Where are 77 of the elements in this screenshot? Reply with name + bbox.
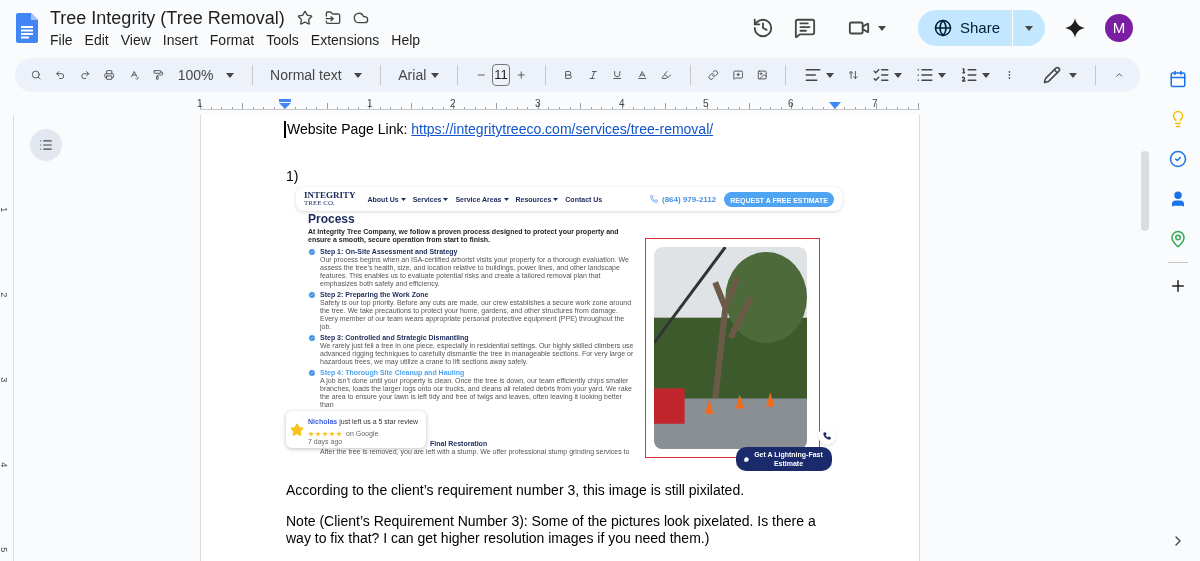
ruler-number: 5: [0, 547, 11, 553]
align-left-icon[interactable]: [804, 66, 823, 84]
caret-icon: [982, 72, 991, 78]
caret-icon: [430, 72, 439, 78]
video-caret-icon: [877, 25, 886, 31]
checklist-icon[interactable]: [872, 66, 891, 84]
caret-icon: [894, 72, 903, 78]
tasks-icon[interactable]: [1168, 150, 1187, 168]
check-circle-icon: [308, 247, 316, 256]
outline-icon: [39, 138, 53, 152]
cloud-icon[interactable]: [352, 10, 369, 26]
caret-icon: [553, 197, 559, 201]
check-circle-icon: [308, 290, 316, 299]
caret-icon: [938, 72, 947, 78]
paragraph: Note (Client’s Requirement Number 3): Some of the pictures look pixelated. Is there a way to fix that? I can get higher resolution images if you need them.): [286, 513, 817, 547]
ruler-number: 2: [0, 292, 11, 298]
outline-button[interactable]: [30, 129, 62, 161]
list-number: 1): [286, 168, 300, 185]
menu-item[interactable]: Insert: [156, 30, 204, 50]
comments-icon[interactable]: [793, 17, 816, 39]
caret-icon: [443, 197, 449, 201]
indent-marker-icon[interactable]: [279, 99, 291, 109]
site-logo[interactable]: INTEGRITY: [304, 191, 356, 200]
menu-item[interactable]: Format: [203, 30, 261, 50]
menu-item[interactable]: Extensions: [304, 30, 386, 50]
ruler-number: 7: [872, 97, 878, 111]
bulleted-list-icon[interactable]: [916, 66, 935, 84]
move-folder-icon[interactable]: [324, 10, 341, 26]
menu-item[interactable]: Edit: [78, 30, 115, 50]
docs-logo-icon[interactable]: [16, 13, 38, 43]
chat-icon: [744, 455, 749, 463]
pencil-icon[interactable]: [1042, 66, 1061, 84]
ruler-number: 5: [703, 97, 709, 111]
ruler-number: 3: [535, 97, 541, 111]
ruler-number: 4: [0, 462, 11, 468]
ruler-number: 4: [619, 97, 625, 111]
caret-icon: [1025, 25, 1033, 31]
phone-icon: [650, 195, 658, 203]
link-label: Website Page Link:: [287, 121, 409, 138]
phone-call-button[interactable]: [818, 427, 836, 445]
font-dropdown[interactable]: Arial: [398, 64, 439, 86]
paragraph: According to the client’s requirement number 3, this image is still pixilated.: [286, 482, 745, 499]
ruler-number: 1: [197, 97, 203, 111]
ruler-number: 2: [450, 97, 456, 111]
menu-item[interactable]: Tools: [260, 30, 305, 50]
globe-icon: [933, 19, 952, 37]
caret-icon: [826, 72, 835, 78]
caret-icon: [400, 197, 406, 201]
calendar-icon[interactable]: [1168, 70, 1187, 88]
caret-icon: [353, 72, 362, 78]
ruler-number: 1: [367, 97, 373, 111]
caret-icon: [225, 72, 234, 78]
numbered-list-icon[interactable]: [960, 66, 979, 84]
map-pin-icon[interactable]: [1168, 230, 1187, 248]
star-icon: [290, 422, 304, 437]
website-link[interactable]: https://integritytreeco.com/services/tree-removal/: [411, 121, 714, 138]
font-size-field[interactable]: 11: [491, 64, 511, 86]
menu-item[interactable]: File: [44, 30, 79, 50]
history-icon[interactable]: [751, 17, 774, 39]
menu-item[interactable]: View: [114, 30, 157, 50]
zoom-dropdown[interactable]: 100%: [177, 64, 234, 86]
ruler-number: 3: [0, 377, 11, 383]
account-avatar[interactable]: M: [1105, 14, 1133, 42]
menu-item[interactable]: Help: [385, 30, 427, 50]
star-icon[interactable]: [296, 10, 313, 26]
section-heading: Process: [308, 212, 356, 226]
ruler-number: 6: [788, 97, 794, 111]
caret-icon: [1068, 72, 1077, 78]
document-title[interactable]: Tree Integrity (Tree Removal): [50, 6, 285, 30]
style-dropdown[interactable]: Normal text: [270, 64, 362, 86]
caret-icon: [503, 197, 509, 201]
sparkle-icon[interactable]: [1065, 18, 1085, 38]
check-circle-icon: [308, 368, 316, 377]
ruler-number: 1: [0, 207, 11, 213]
phone-icon: [823, 432, 831, 440]
scrollbar-thumb[interactable]: [1141, 151, 1149, 231]
check-circle-icon: [308, 333, 316, 342]
